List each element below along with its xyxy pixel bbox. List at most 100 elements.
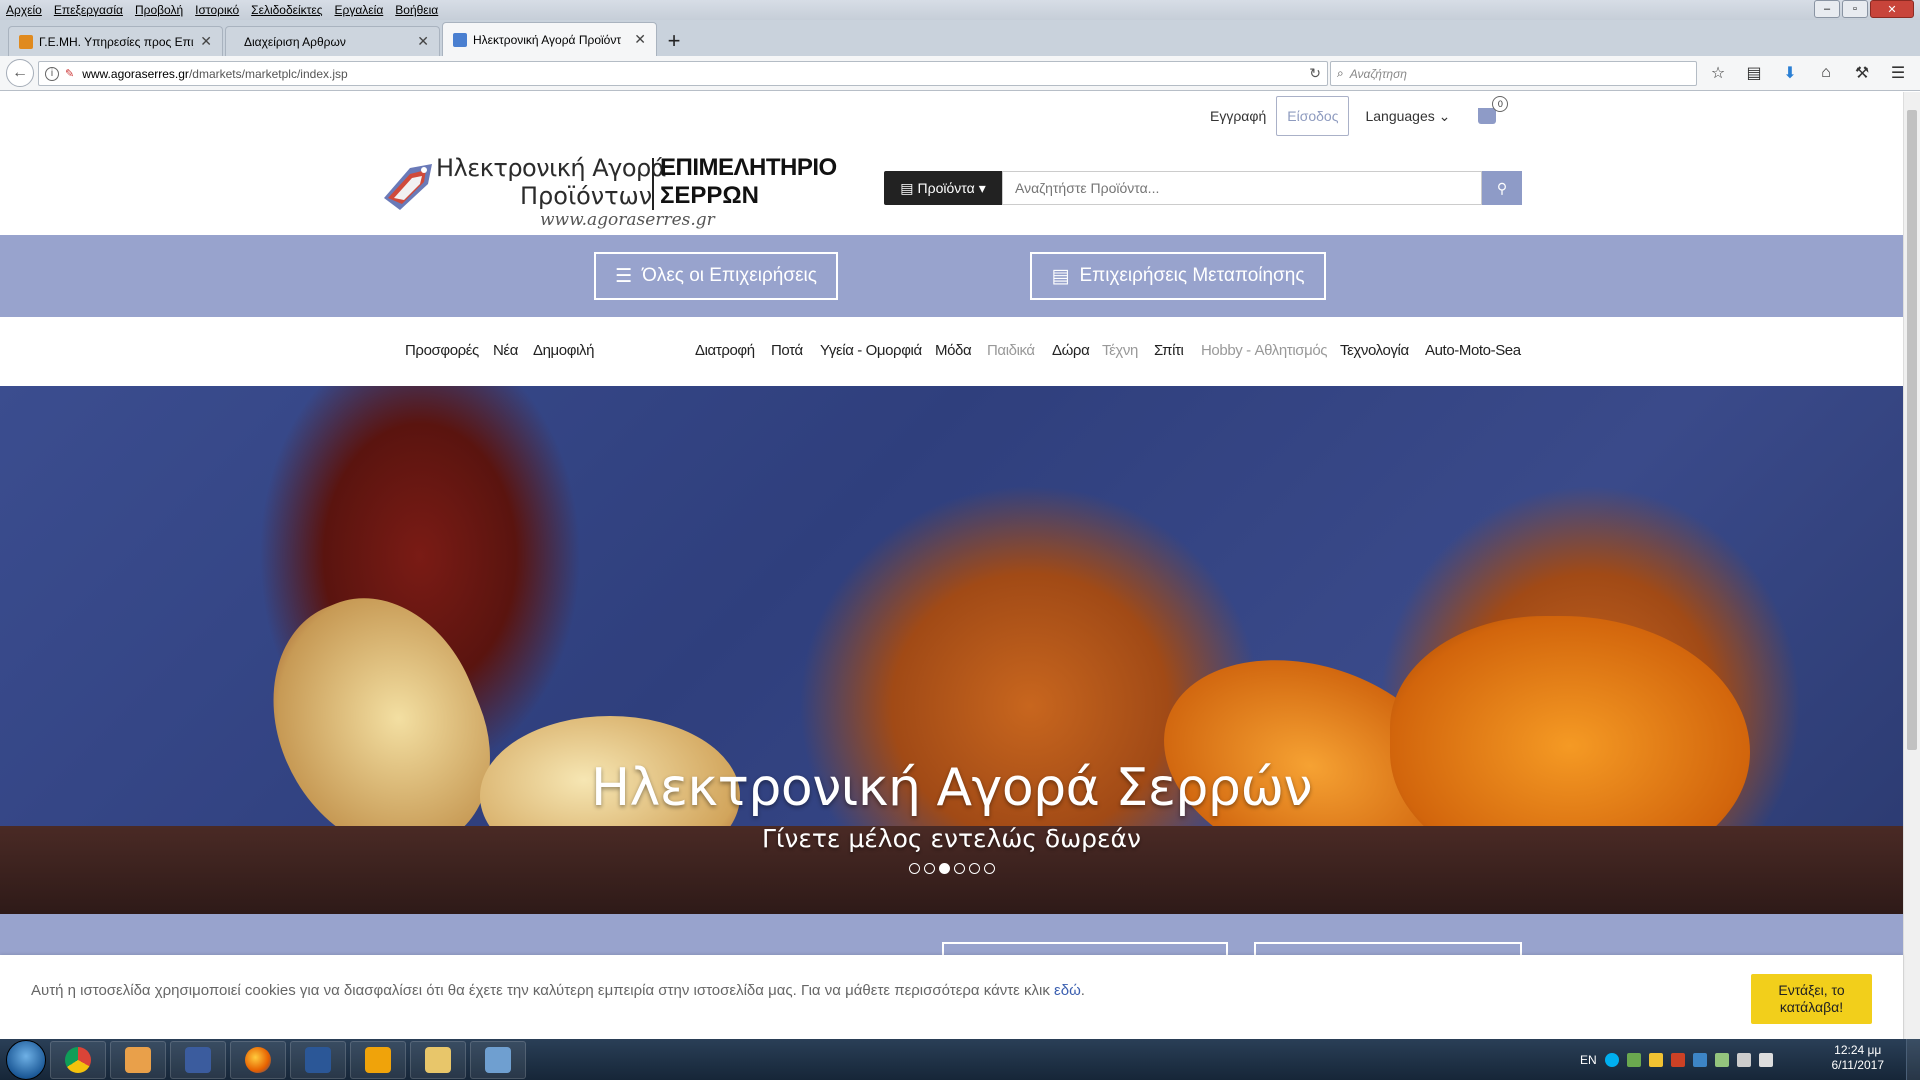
slider-dot[interactable] <box>908 863 920 874</box>
minimize-icon[interactable]: – <box>1814 0 1840 18</box>
browser-search-box[interactable]: ⌕ Αναζήτηση <box>1330 61 1697 86</box>
media-player-icon <box>125 1046 151 1073</box>
word-taskbar-icon[interactable] <box>290 1040 346 1079</box>
hero-slider[interactable]: Ηλεκτρονική Αγορά Σερρών Γίνετε μέλος εν… <box>0 386 1903 914</box>
back-arrow-icon[interactable]: ← <box>6 59 34 87</box>
site-logo[interactable]: Ηλεκτρονική Αγορά Προϊόντων ΕΠΙΜΕΛΗΤΗΡΙΟ… <box>380 150 837 232</box>
window-taskbar-icon[interactable] <box>470 1040 526 1079</box>
category-nav: Προσφορές Νέα Δημοφιλή Διατροφή Ποτά Υγε… <box>0 342 1903 362</box>
product-search-input[interactable] <box>1002 171 1482 205</box>
clock-date: 6/11/2017 <box>1831 1058 1885 1072</box>
new-tab-button[interactable]: + <box>659 26 689 56</box>
cookie-more-link[interactable]: εδώ <box>1054 982 1081 999</box>
extension-icon[interactable]: ⚒ <box>1849 61 1875 85</box>
antivirus-icon[interactable] <box>1670 1052 1685 1067</box>
tab-gemi[interactable]: Γ.Ε.ΜΗ. Υπηρεσίες προς Επιχ ✕ <box>8 26 223 56</box>
search-submit-button[interactable]: ⚲ <box>1482 171 1522 205</box>
clock-time: 12:24 μμ <box>1834 1043 1882 1057</box>
slider-dot[interactable] <box>938 863 950 874</box>
nav-home[interactable]: Σπίτι <box>1154 342 1184 359</box>
list-bullets-icon: ☰ <box>615 265 633 287</box>
start-button-icon[interactable] <box>6 1039 46 1080</box>
display-icon[interactable] <box>1736 1052 1751 1067</box>
nav-kids[interactable]: Παιδικά <box>987 342 1035 359</box>
toolbar-icons: ☆ ▤ ⬇ ⌂ ⚒ ☰ <box>1705 61 1911 85</box>
firefox-taskbar-icon[interactable] <box>230 1040 286 1079</box>
reload-icon[interactable]: ↻ <box>1309 65 1321 82</box>
nav-new[interactable]: Νέα <box>493 342 518 359</box>
nav-gifts[interactable]: Δώρα <box>1052 342 1090 359</box>
logo-title-line1: Ηλεκτρονική Αγορά <box>436 154 667 182</box>
network-status-icon[interactable] <box>1626 1052 1641 1067</box>
downloads-icon[interactable]: ⬇ <box>1777 61 1803 85</box>
shield-icon[interactable] <box>1692 1052 1707 1067</box>
manufacturing-businesses-button[interactable]: ▤ Επιχειρήσεις Μεταποίησης <box>1030 252 1326 300</box>
system-tray: EN <box>1580 1039 1773 1080</box>
languages-dropdown[interactable]: Languages ⌄ <box>1365 108 1450 125</box>
bookmark-star-icon[interactable]: ☆ <box>1705 61 1731 85</box>
close-window-icon[interactable]: ✕ <box>1870 0 1914 18</box>
shopping-bag-icon[interactable]: 0 <box>1478 96 1509 124</box>
language-indicator[interactable]: EN <box>1580 1053 1597 1067</box>
explorer-taskbar-icon[interactable] <box>410 1040 466 1079</box>
nav-drinks[interactable]: Ποτά <box>771 342 803 359</box>
volume-icon[interactable] <box>1758 1052 1773 1067</box>
nav-offers[interactable]: Προσφορές <box>405 342 479 359</box>
scrollbar-thumb[interactable] <box>1907 110 1917 750</box>
tab-close-icon[interactable]: ✕ <box>200 33 212 50</box>
nav-technology[interactable]: Τεχνολογία <box>1340 342 1409 359</box>
nav-fashion[interactable]: Μόδα <box>935 342 972 359</box>
hamburger-menu-icon[interactable]: ☰ <box>1885 61 1911 85</box>
register-link[interactable]: Εγγραφή <box>1210 108 1266 124</box>
card-list-icon: ▤ <box>1051 265 1070 287</box>
browser-search-placeholder: Αναζήτηση <box>1349 66 1407 81</box>
chrome-taskbar-icon[interactable] <box>50 1040 106 1079</box>
slider-dot[interactable] <box>968 863 980 874</box>
logo-title-line2: Προϊόντων <box>520 182 653 210</box>
nav-auto-moto-sea[interactable]: Auto-Moto-Sea <box>1425 342 1521 359</box>
nav-hobby-sports[interactable]: Hobby - Αθλητισμός <box>1201 342 1328 359</box>
menu-file[interactable]: Αρχείο <box>0 3 48 17</box>
page-scrollbar[interactable] <box>1903 92 1920 1039</box>
nav-popular[interactable]: Δημοφιλή <box>533 342 594 359</box>
outlook-taskbar-icon[interactable] <box>350 1040 406 1079</box>
home-icon[interactable]: ⌂ <box>1813 61 1839 85</box>
menu-bookmarks[interactable]: Σελιδοδείκτες <box>245 3 328 17</box>
menu-edit[interactable]: Επεξεργασία <box>48 3 129 17</box>
show-desktop-button[interactable] <box>1906 1039 1920 1080</box>
agora-favicon-icon <box>453 32 467 47</box>
cookie-accept-button[interactable]: Εντάξει, το κατάλαβα! <box>1751 974 1872 1024</box>
menu-help[interactable]: Βοήθεια <box>389 3 444 17</box>
media-player-taskbar-icon[interactable] <box>110 1040 166 1079</box>
menu-history[interactable]: Ιστορικό <box>189 3 245 17</box>
login-button[interactable]: Είσοδος <box>1276 96 1350 136</box>
address-bar[interactable]: i ✎ www.agoraserres.gr/dmarkets/marketpl… <box>38 61 1328 86</box>
navigation-toolbar: ← i ✎ www.agoraserres.gr/dmarkets/market… <box>0 56 1920 91</box>
system-clock[interactable]: 12:24 μμ 6/11/2017 <box>1832 1043 1885 1073</box>
app-taskbar-icon[interactable] <box>170 1040 226 1079</box>
all-businesses-button[interactable]: ☰ Όλες οι Επιχειρήσεις <box>594 252 838 300</box>
caret-down-icon: ▾ <box>978 179 986 196</box>
menu-view[interactable]: Προβολή <box>129 3 189 17</box>
notes-icon[interactable] <box>1648 1052 1663 1067</box>
reading-list-icon[interactable]: ▤ <box>1741 61 1767 85</box>
category-dropdown-button[interactable]: ▤ Προϊόντα ▾ <box>884 171 1002 205</box>
cookie-accept-line2: κατάλαβα! <box>1779 999 1844 1015</box>
nav-health-beauty[interactable]: Υγεία - Ομορφιά <box>820 342 922 359</box>
tab-articles[interactable]: Διαχείριση Αρθρων ✕ <box>225 26 440 56</box>
slider-dot[interactable] <box>923 863 935 874</box>
maximize-icon[interactable]: ▫ <box>1842 0 1868 18</box>
skype-icon[interactable] <box>1604 1052 1619 1067</box>
cookie-consent-bar: Αυτή η ιστοσελίδα χρησιμοποιεί cookies γ… <box>0 955 1903 1040</box>
flag-icon[interactable] <box>1714 1052 1729 1067</box>
tab-agoraserres[interactable]: Ηλεκτρονική Αγορά Προϊόντ ✕ <box>442 22 657 56</box>
tab-title: Διαχείριση Αρθρων <box>244 34 346 49</box>
nav-food[interactable]: Διατροφή <box>695 342 755 359</box>
site-info-icon[interactable]: i <box>45 66 59 81</box>
tab-close-icon[interactable]: ✕ <box>417 33 429 50</box>
nav-art[interactable]: Τέχνη <box>1102 342 1138 359</box>
slider-dot[interactable] <box>953 863 965 874</box>
slider-dot[interactable] <box>983 863 995 874</box>
menu-tools[interactable]: Εργαλεία <box>329 3 390 17</box>
tab-close-icon[interactable]: ✕ <box>634 31 646 48</box>
